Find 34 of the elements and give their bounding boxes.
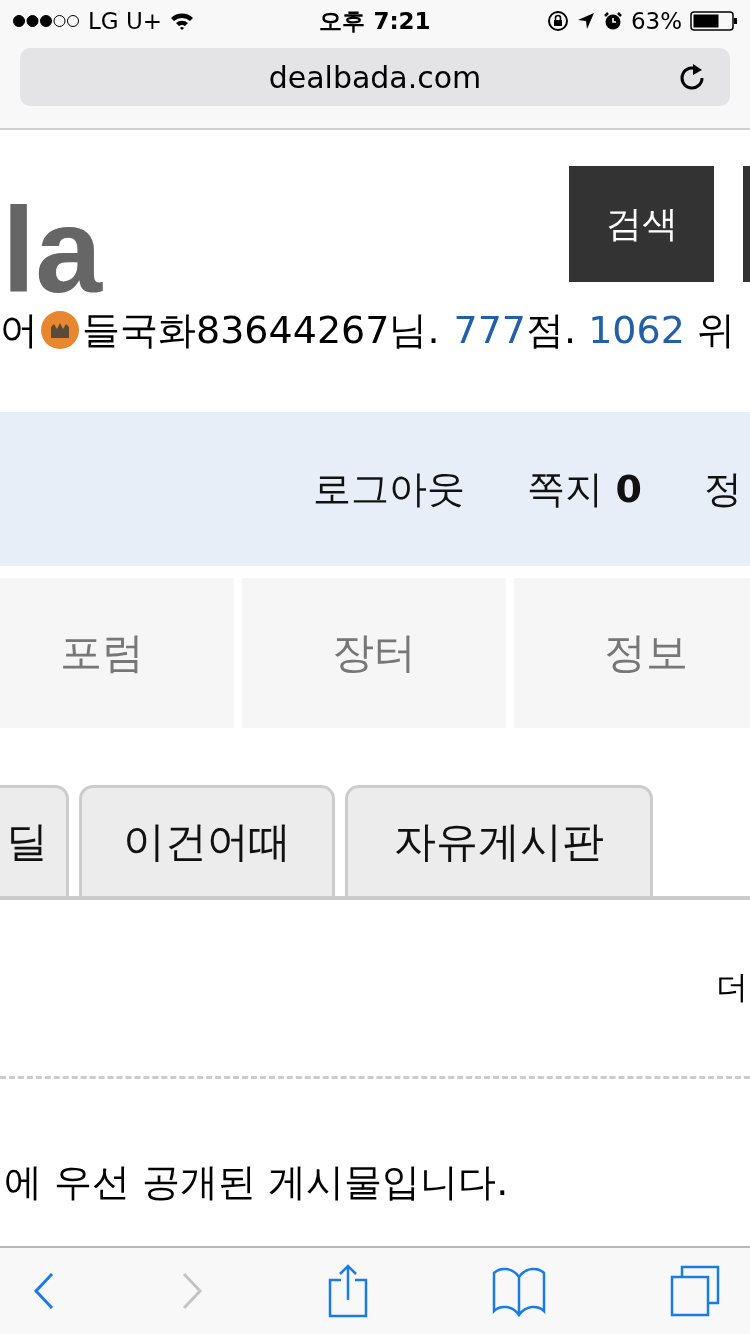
board-tab[interactable]: 자유게시판: [345, 785, 653, 896]
alarm-icon: [602, 11, 623, 31]
battery-icon: [690, 11, 738, 31]
wifi-icon: [170, 12, 195, 30]
address-bar[interactable]: dealbada.com: [20, 48, 730, 106]
user-points: 777: [453, 308, 527, 352]
account-link[interactable]: 로그아웃: [313, 463, 466, 515]
url-text: dealbada.com: [268, 59, 482, 95]
more-link[interactable]: 더: [716, 966, 748, 1010]
account-link[interactable]: 정: [704, 463, 742, 515]
bookmarks-icon[interactable]: [492, 1265, 546, 1317]
menu-item[interactable]: 정보: [514, 578, 750, 728]
board-tab[interactable]: 딜: [0, 785, 69, 896]
rank-suffix: 위: [696, 306, 735, 354]
location-arrow-icon: [576, 12, 595, 30]
share-icon[interactable]: [328, 1264, 368, 1318]
points-suffix: 점.: [526, 306, 577, 354]
account-link[interactable]: 쪽지 0: [527, 463, 642, 515]
user-rank: 1062: [588, 308, 685, 352]
tabs-icon[interactable]: [670, 1265, 720, 1317]
level-badge-icon: [40, 310, 80, 350]
back-icon[interactable]: [32, 1271, 56, 1311]
rotation-lock-icon: [546, 10, 569, 32]
menu-item[interactable]: 장터: [242, 578, 506, 728]
battery-percent: 63%: [630, 8, 682, 34]
reload-icon[interactable]: [678, 62, 706, 92]
status-time: 오후 7:21: [319, 6, 431, 36]
board-tab[interactable]: 이건어때: [79, 785, 335, 896]
user-name-suffix: 님.: [389, 306, 440, 354]
notice-text: 에 우선 공개된 게시물입니다.: [4, 1159, 510, 1206]
search-button[interactable]: 검색: [569, 166, 714, 282]
menu-item[interactable]: 포럼: [0, 578, 234, 728]
carrier-name: LG U+: [88, 8, 163, 34]
signal-icon: [12, 14, 80, 28]
